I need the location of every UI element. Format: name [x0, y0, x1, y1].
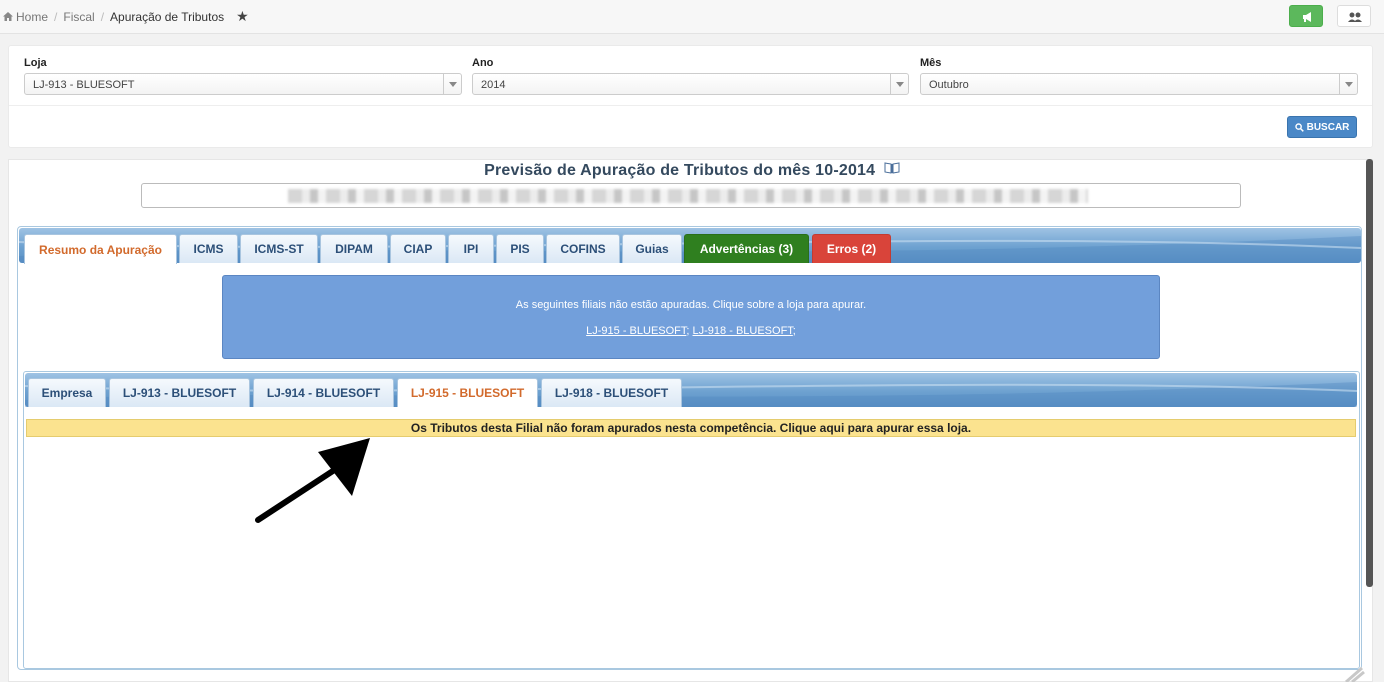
favorite-star-icon[interactable]: ★: [236, 8, 249, 25]
unapproved-stores-notice: As seguintes filiais não estão apuradas.…: [222, 275, 1160, 359]
store-link-lj-915[interactable]: LJ-915 - BLUESOFT: [586, 325, 686, 337]
tab-empresa[interactable]: Empresa: [28, 378, 106, 407]
page-title-text: Previsão de Apuração de Tributos do mês …: [484, 162, 876, 179]
tab-ciap[interactable]: CIAP: [390, 234, 446, 263]
store-link-lj-918[interactable]: LJ-918 - BLUESOFT: [693, 325, 793, 337]
page-title: Previsão de Apuração de Tributos do mês …: [0, 162, 1384, 180]
tab-pis[interactable]: PIS: [496, 234, 544, 263]
chevron-down-icon: [443, 74, 461, 94]
announcements-button[interactable]: [1289, 5, 1323, 27]
store-tabs-container: [23, 371, 1360, 669]
home-icon: [3, 12, 13, 21]
link-separator: ;: [792, 325, 796, 337]
tab-icms[interactable]: ICMS: [179, 234, 238, 263]
tab-dipam[interactable]: DIPAM: [320, 234, 388, 263]
tab-lj-913[interactable]: LJ-913 - BLUESOFT: [109, 378, 250, 407]
mes-label: Mês: [920, 57, 942, 69]
book-icon[interactable]: [884, 162, 900, 174]
users-icon: [1348, 12, 1362, 22]
tab-icms-st[interactable]: ICMS-ST: [240, 234, 318, 263]
breadcrumb-separator: /: [100, 9, 105, 24]
resize-handle-icon[interactable]: [1342, 666, 1368, 682]
tab-lj-918[interactable]: LJ-918 - BLUESOFT: [541, 378, 682, 407]
breadcrumb: Home / Fiscal / Apuração de Tributos ★: [3, 8, 249, 25]
not-approved-warning[interactable]: Os Tributos desta Filial não foram apura…: [26, 419, 1356, 437]
tab-ipi[interactable]: IPI: [448, 234, 494, 263]
breadcrumb-home[interactable]: Home: [16, 10, 48, 24]
chevron-down-icon: [1339, 74, 1357, 94]
tab-cofins[interactable]: COFINS: [546, 234, 620, 263]
notice-links: LJ-915 - BLUESOFT; LJ-918 - BLUESOFT;: [223, 325, 1159, 337]
annotation-arrow-icon: [255, 438, 370, 523]
divider: [9, 105, 1372, 106]
breadcrumb-fiscal[interactable]: Fiscal: [63, 10, 94, 24]
ano-select[interactable]: 2014: [472, 73, 909, 95]
tab-resumo-apuracao[interactable]: Resumo da Apuração: [24, 234, 177, 264]
tab-advertencias[interactable]: Advertências (3): [684, 234, 809, 263]
link-separator: ;: [686, 325, 690, 337]
tab-erros[interactable]: Erros (2): [812, 234, 891, 263]
loja-select-value: LJ-913 - BLUESOFT: [33, 79, 135, 91]
breadcrumb-separator: /: [54, 9, 58, 24]
mes-select-value: Outubro: [929, 79, 969, 91]
buscar-button[interactable]: BUSCAR: [1287, 116, 1357, 138]
tab-lj-914[interactable]: LJ-914 - BLUESOFT: [253, 378, 394, 407]
store-filter-input[interactable]: [141, 183, 1241, 208]
tab-guias[interactable]: Guias: [622, 234, 682, 263]
users-button[interactable]: [1337, 5, 1371, 27]
filter-panel: Loja LJ-913 - BLUESOFT Ano 2014 Mês Outu…: [8, 45, 1373, 148]
mes-select[interactable]: Outubro: [920, 73, 1358, 95]
breadcrumb-current: Apuração de Tributos: [110, 9, 225, 24]
scrollbar[interactable]: [1366, 159, 1373, 587]
loja-select[interactable]: LJ-913 - BLUESOFT: [24, 73, 462, 95]
blurred-content: [288, 189, 1088, 203]
search-icon: [1294, 122, 1304, 132]
ano-select-value: 2014: [481, 79, 506, 91]
megaphone-icon: [1303, 12, 1311, 22]
top-bar: Home / Fiscal / Apuração de Tributos ★: [0, 0, 1384, 34]
loja-label: Loja: [24, 57, 47, 69]
tab-lj-915[interactable]: LJ-915 - BLUESOFT: [397, 378, 538, 407]
chevron-down-icon: [890, 74, 908, 94]
buscar-label: BUSCAR: [1306, 121, 1350, 133]
ano-label: Ano: [472, 57, 494, 69]
notice-message: As seguintes filiais não estão apuradas.…: [515, 299, 867, 311]
